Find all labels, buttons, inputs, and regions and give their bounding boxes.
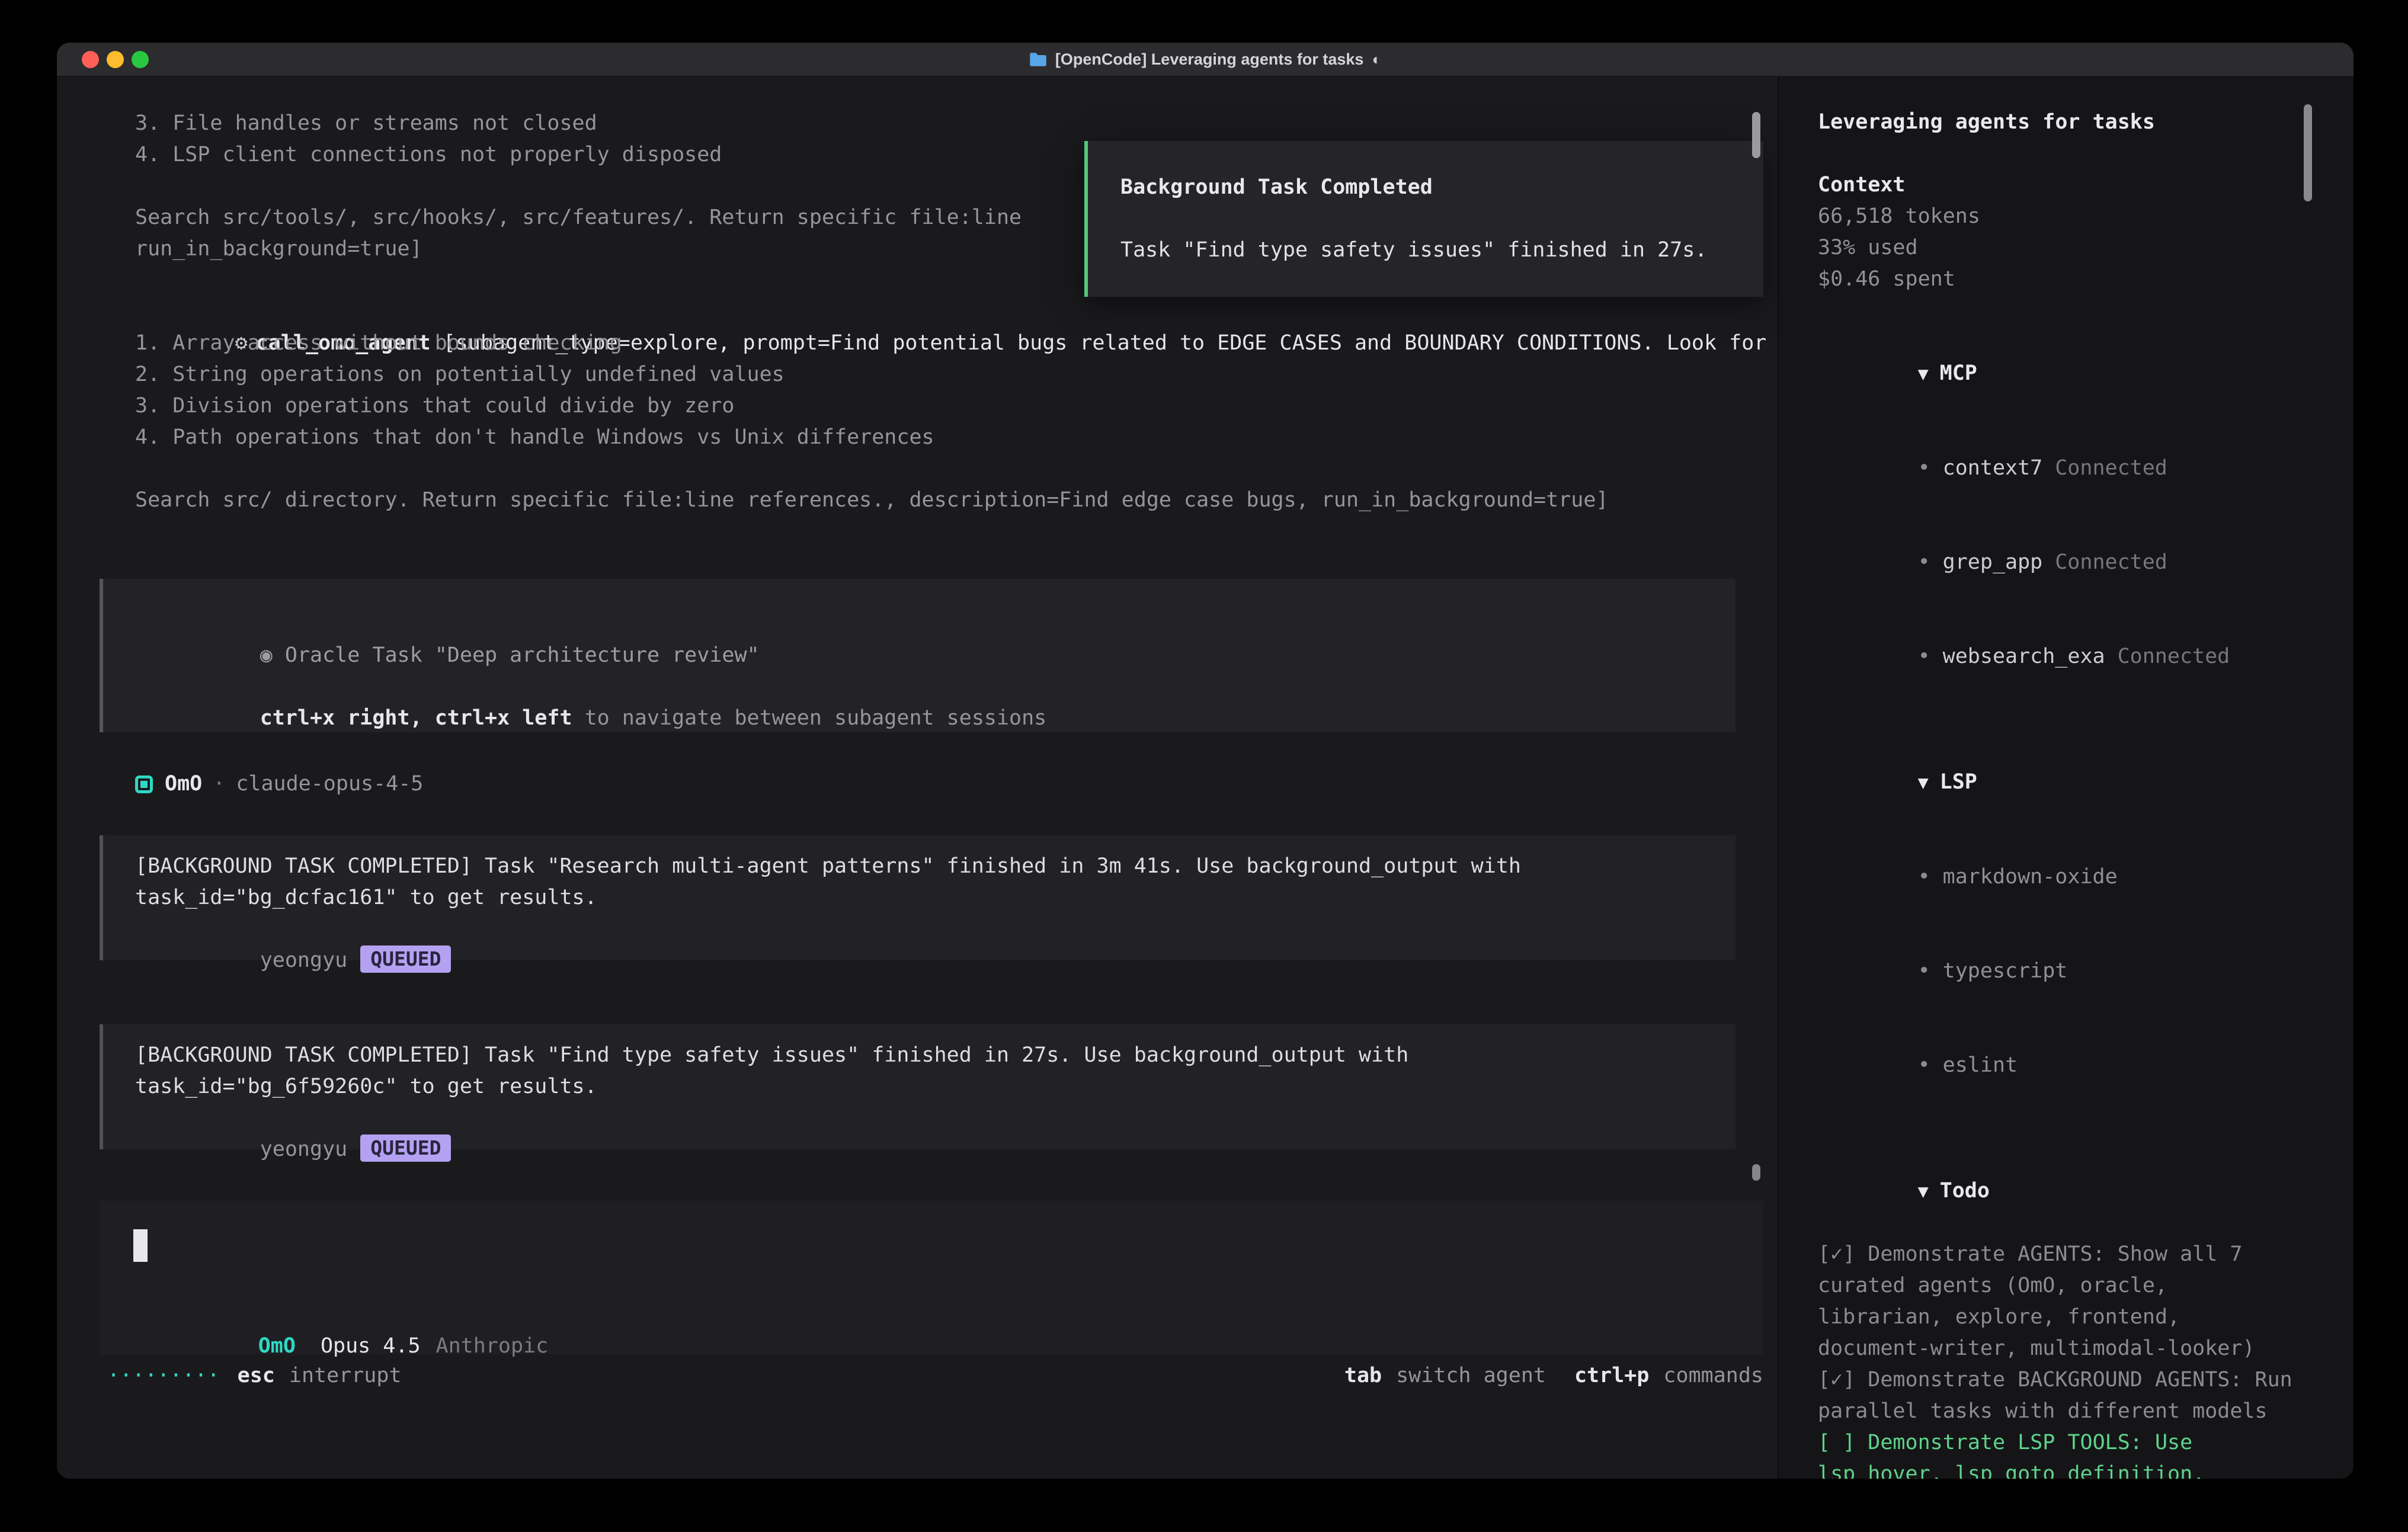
todo-item: [✓] Demonstrate BACKGROUND AGENTS: Run p… [1818,1364,2297,1427]
message-text-line: [BACKGROUND TASK COMPLETED] Task "Find t… [135,1040,1735,1071]
tab-key-hint: tab [1344,1360,1382,1392]
oracle-task-title-row: ◉ Oracle Task "Deep architecture review" [135,608,1735,640]
chat-transcript[interactable]: 3. File handles or streams not closed 4.… [57,77,1778,1479]
folder-icon [1029,52,1047,67]
prompt-input[interactable]: OmOOpus 4.5Anthropic [100,1201,1763,1354]
tool-call-line: ⚙call_omo_agent [subagent_type=explore, … [135,296,1778,328]
tool-call-args: [subagent_type=explore, prompt=Find pote… [431,331,1767,355]
session-sidebar: Leveraging agents for tasks Context 66,5… [1778,77,2353,1479]
separator-dot: · [213,768,225,800]
todo-item-active: [ ] Demonstrate LSP TOOLS: Use lsp_hover… [1818,1427,2297,1479]
lsp-item: •markdown-oxide [1818,830,2297,924]
message-text-line: [BACKGROUND TASK COMPLETED] Task "Resear… [135,851,1735,882]
lsp-item: •typescript [1818,924,2297,1018]
lsp-item: •eslint [1818,1018,2297,1113]
input-agent-label: OmO [258,1334,296,1358]
background-task-message: [BACKGROUND TASK COMPLETED] Task "Find t… [100,1024,1735,1149]
background-task-message: [BACKGROUND TASK COMPLETED] Task "Resear… [100,835,1735,960]
tool-call-item: 2. String operations on potentially unde… [135,359,1778,390]
esc-key-label: interrupt [289,1360,402,1392]
zoom-button[interactable] [132,51,149,68]
text-cursor [133,1229,148,1262]
todo-heading: Todo [1940,1179,1990,1203]
tool-call-item: 3. Division operations that could divide… [135,390,1778,422]
mcp-item: •context7Connected [1818,421,2297,515]
session-title: Leveraging agents for tasks [1818,107,2297,138]
main-scrollbar-thumb-lower[interactable] [1752,1164,1760,1181]
chevron-down-icon: ▼ [1918,358,1929,390]
tool-call-trailing: Search src/ directory. Return specific f… [135,485,1778,516]
oracle-task-panel: ◉ Oracle Task "Deep architecture review"… [100,579,1735,732]
mcp-section-header[interactable]: ▼ MCP [1818,326,2297,421]
bullet-icon: • [1918,645,1930,668]
window-title-group: [OpenCode] Leveraging agents for tasks ◐ [1029,50,1381,69]
queued-badge: QUEUED [360,1134,451,1162]
todo-section-header[interactable]: ▼ Todo [1818,1144,2297,1239]
omo-agent-icon [135,775,153,793]
titlebar[interactable]: [OpenCode] Leveraging agents for tasks ◐ [57,43,2353,77]
chevron-down-icon: ▼ [1918,1176,1929,1207]
ctrlp-key-hint: ctrl+p [1574,1360,1649,1392]
message-text-line: task_id="bg_6f59260c" to get results. [135,1071,1735,1102]
oracle-hint-text: to navigate between subagent sessions [572,706,1047,730]
oracle-hint-row: ctrl+x right, ctrl+x left to navigate be… [135,671,1735,703]
context-tokens: 66,518 tokens [1818,201,2297,232]
status-bar: ········· esc interrupt tab switch agent… [57,1360,1778,1392]
bullet-icon: • [1918,959,1930,983]
agent-model: claude-opus-4-5 [236,768,423,800]
bullet-icon: • [1918,456,1930,480]
oracle-task-title: Oracle Task "Deep architecture review" [273,643,760,667]
context-spent: $0.46 spent [1818,264,2297,295]
lsp-heading: LSP [1940,770,1977,794]
oracle-hint-keys: ctrl+x right, ctrl+x left [260,706,572,730]
tool-call-item: 4. Path operations that don't handle Win… [135,422,1778,453]
chevron-down-icon: ▼ [1918,767,1929,799]
queued-badge: QUEUED [360,946,451,973]
bullet-icon: • [1918,865,1930,889]
todo-item: [✓] Demonstrate AGENTS: Show all 7 curat… [1818,1239,2297,1364]
toast-body: Task "Find type safety issues" finished … [1120,235,1731,266]
agent-header: OmO · claude-opus-4-5 [135,768,1778,800]
message-author: yeongyu [260,948,348,972]
tab-key-label: switch agent [1396,1360,1546,1392]
bullet-icon: • [1918,550,1930,574]
transcript-line: 3. File handles or streams not closed [135,108,1778,139]
message-text-line: task_id="bg_dcfac161" to get results. [135,882,1735,914]
record-dot-icon: ◉ [260,643,273,667]
sidebar-scrollbar-thumb[interactable] [2304,104,2312,201]
input-provider-label: Anthropic [436,1334,549,1358]
close-button[interactable] [82,51,99,68]
esc-key-hint: esc [238,1360,275,1392]
background-task-toast: Background Task Completed Task "Find typ… [1084,141,1763,297]
traffic-lights [82,43,149,76]
agent-name: OmO [165,768,202,800]
window-title: [OpenCode] Leveraging agents for tasks [1055,50,1364,69]
mcp-item: •grep_appConnected [1818,515,2297,610]
context-used: 33% used [1818,232,2297,264]
lsp-section-header[interactable]: ▼ LSP [1818,735,2297,830]
context-heading: Context [1818,169,2297,201]
bullet-icon: • [1918,1053,1930,1077]
input-meta-row: OmOOpus 4.5Anthropic [133,1299,1730,1331]
message-author: yeongyu [260,1137,348,1161]
terminal-window: [OpenCode] Leveraging agents for tasks ◐… [57,43,2353,1479]
main-scrollbar-thumb[interactable] [1752,112,1760,158]
input-model-label: Opus 4.5 [321,1334,421,1358]
mcp-item: •websearch_exaConnected [1818,610,2297,704]
toast-title: Background Task Completed [1120,172,1731,203]
spinner-dots-icon: ········· [107,1360,220,1392]
ctrlp-key-label: commands [1663,1360,1763,1392]
mcp-heading: MCP [1940,361,1977,385]
minimize-button[interactable] [107,51,124,68]
loading-indicator-icon: ◐ [1372,50,1381,69]
